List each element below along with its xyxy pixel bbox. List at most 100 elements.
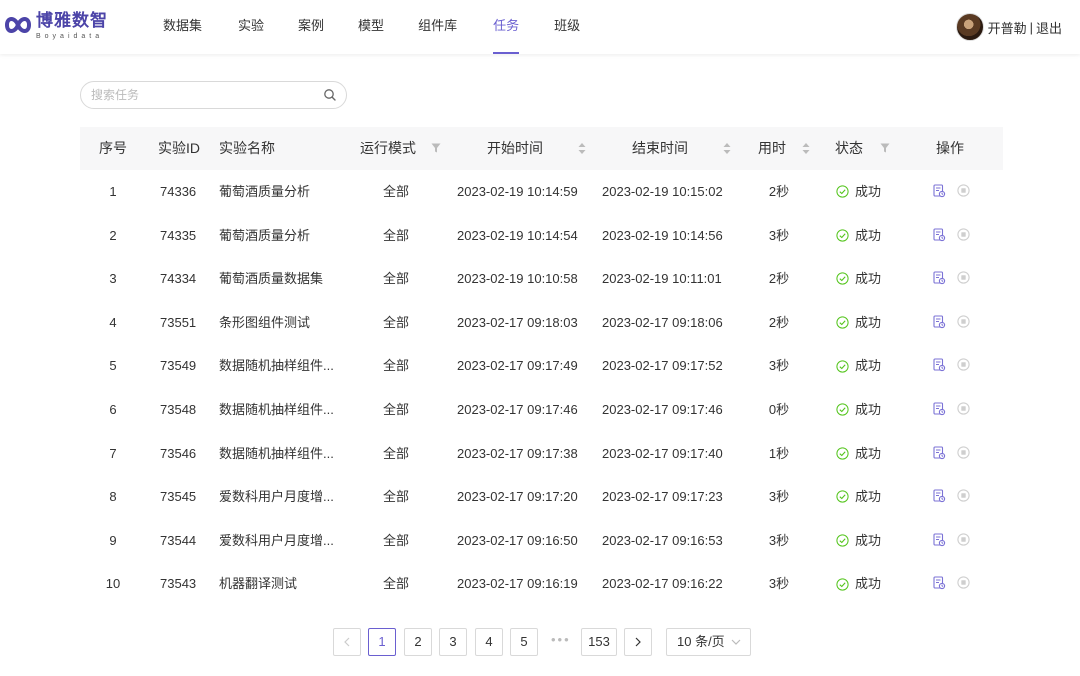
avatar[interactable] (955, 13, 984, 41)
nav-item-models[interactable]: 模型 (358, 0, 384, 54)
sort-icon[interactable] (802, 142, 810, 158)
page-button[interactable]: 3 (439, 628, 467, 656)
view-log-icon[interactable] (933, 446, 946, 463)
cell-duration: 3秒 (768, 358, 790, 374)
col-header-actions: 操作 (936, 140, 964, 156)
brand-text: 博雅数智 Boyaidata (36, 11, 108, 42)
cell-id: 73545 (160, 489, 197, 505)
view-log-icon[interactable] (933, 271, 946, 288)
nav-item-experiments[interactable]: 实验 (238, 0, 264, 54)
stop-icon[interactable] (957, 271, 970, 287)
cell-mode: 全部 (382, 271, 409, 287)
view-log-icon[interactable] (933, 228, 946, 245)
success-check-icon (836, 185, 855, 198)
filter-icon[interactable] (431, 142, 441, 157)
status-text: 成功 (855, 401, 882, 417)
cell-name[interactable]: 爱数科用户月度增... (219, 519, 334, 563)
table-body: 1 74336 葡萄酒质量分析 全部 2023-02-19 10:14:59 2023-0… (80, 170, 1003, 606)
stop-icon[interactable] (957, 445, 970, 462)
cell-name[interactable]: 数据随机抽样组件... (219, 432, 334, 476)
stop-icon[interactable] (957, 533, 970, 549)
user-area: 开普勒 | 退出 (955, 13, 1062, 41)
success-check-icon (836, 490, 855, 504)
cell-start: 2023-02-17 09:17:49 (457, 358, 578, 374)
cell-start: 2023-02-19 10:14:54 (457, 227, 578, 243)
cell-start: 2023-02-17 09:16:19 (457, 576, 578, 592)
table-row: 1 74336 葡萄酒质量分析 全部 2023-02-19 10:14:59 2023-0… (80, 170, 1003, 214)
cell-name[interactable]: 条形图组件测试 (219, 301, 310, 345)
cell-mode: 全部 (382, 401, 409, 417)
view-log-icon[interactable] (933, 402, 946, 419)
cell-status: 成功 (836, 519, 881, 563)
filter-icon[interactable] (880, 142, 890, 157)
view-log-icon[interactable] (933, 533, 946, 550)
page-button[interactable]: 1 (368, 628, 396, 656)
page-ellipsis[interactable]: ••• (551, 628, 571, 656)
view-log-icon[interactable] (933, 489, 946, 506)
search-icon[interactable] (322, 87, 338, 103)
stop-icon[interactable] (957, 576, 970, 592)
table-row: 9 73544 爱数科用户月度增... 全部 2023-02-17 09:16:50 20… (80, 519, 1003, 563)
stop-icon[interactable] (957, 184, 970, 200)
brand-logo[interactable]: 博雅数智 Boyaidata (4, 11, 108, 42)
cell-duration: 0秒 (768, 401, 790, 417)
page-button[interactable]: 5 (510, 628, 538, 656)
cell-name[interactable]: 葡萄酒质量分析 (219, 170, 310, 214)
user-name[interactable]: 开普勒 (988, 18, 1027, 37)
sort-icon[interactable] (578, 142, 586, 158)
cell-status: 成功 (836, 214, 881, 258)
cell-name[interactable]: 数据随机抽样组件... (219, 388, 334, 432)
nav-item-cases[interactable]: 案例 (298, 0, 324, 54)
cell-name[interactable]: 数据随机抽样组件... (219, 344, 334, 388)
cell-name[interactable]: 爱数科用户月度增... (219, 475, 334, 519)
logout-link[interactable]: 退出 (1036, 18, 1062, 37)
status-text: 成功 (855, 227, 882, 243)
stop-icon[interactable] (957, 489, 970, 505)
col-header-end: 结束时间 (632, 140, 688, 156)
col-header-status: 状态 (835, 140, 863, 156)
next-page-button[interactable] (624, 628, 652, 656)
cell-no: 4 (109, 314, 117, 330)
stop-icon[interactable] (957, 227, 970, 244)
cell-end: 2023-02-17 09:18:06 (602, 314, 723, 330)
cell-mode: 全部 (382, 314, 409, 330)
sort-icon[interactable] (723, 142, 731, 158)
cell-start: 2023-02-19 10:10:58 (457, 271, 578, 287)
status-text: 成功 (855, 184, 882, 199)
view-log-icon[interactable] (933, 315, 946, 332)
cell-mode: 全部 (382, 184, 409, 199)
success-check-icon (836, 534, 855, 547)
cell-no: 3 (109, 271, 117, 287)
view-log-icon[interactable] (933, 184, 946, 201)
nav-item-components[interactable]: 组件库 (418, 0, 457, 54)
stop-icon[interactable] (957, 402, 970, 418)
success-check-icon (836, 360, 855, 373)
success-check-icon (836, 578, 855, 591)
cell-no: 8 (109, 489, 117, 505)
stop-icon[interactable] (957, 315, 970, 331)
status-text: 成功 (855, 489, 882, 505)
page-size-select[interactable]: 10 条/页 (666, 628, 751, 656)
task-table: 序号 实验ID 实验名称 运行模式 开始时间 结束时间 用时 状态 操作 1 74… (80, 127, 1003, 606)
prev-page-button[interactable] (333, 628, 361, 656)
table-row: 3 74334 葡萄酒质量数据集 全部 2023-02-19 10:10:58 2023-… (80, 257, 1003, 301)
cell-name[interactable]: 葡萄酒质量分析 (219, 214, 310, 258)
cell-mode: 全部 (382, 358, 409, 374)
cell-name[interactable]: 葡萄酒质量数据集 (219, 257, 323, 301)
view-log-icon[interactable] (933, 576, 946, 593)
nav-item-tasks[interactable]: 任务 (493, 0, 520, 54)
page-button[interactable]: 2 (404, 628, 432, 656)
cell-no: 5 (109, 358, 117, 374)
nav-item-classes[interactable]: 班级 (554, 0, 580, 54)
cell-name[interactable]: 机器翻译测试 (219, 562, 297, 606)
cell-start: 2023-02-17 09:17:46 (457, 401, 578, 417)
stop-icon[interactable] (957, 358, 970, 374)
search-input[interactable] (91, 82, 311, 108)
nav-item-datasets[interactable]: 数据集 (163, 0, 202, 54)
cell-end: 2023-02-17 09:17:23 (602, 489, 723, 505)
col-header-duration: 用时 (758, 140, 786, 156)
view-log-icon[interactable] (933, 358, 946, 375)
page-button[interactable]: 4 (475, 628, 503, 656)
page-button-last[interactable]: 153 (581, 628, 617, 656)
cell-end: 2023-02-19 10:11:01 (602, 271, 722, 287)
